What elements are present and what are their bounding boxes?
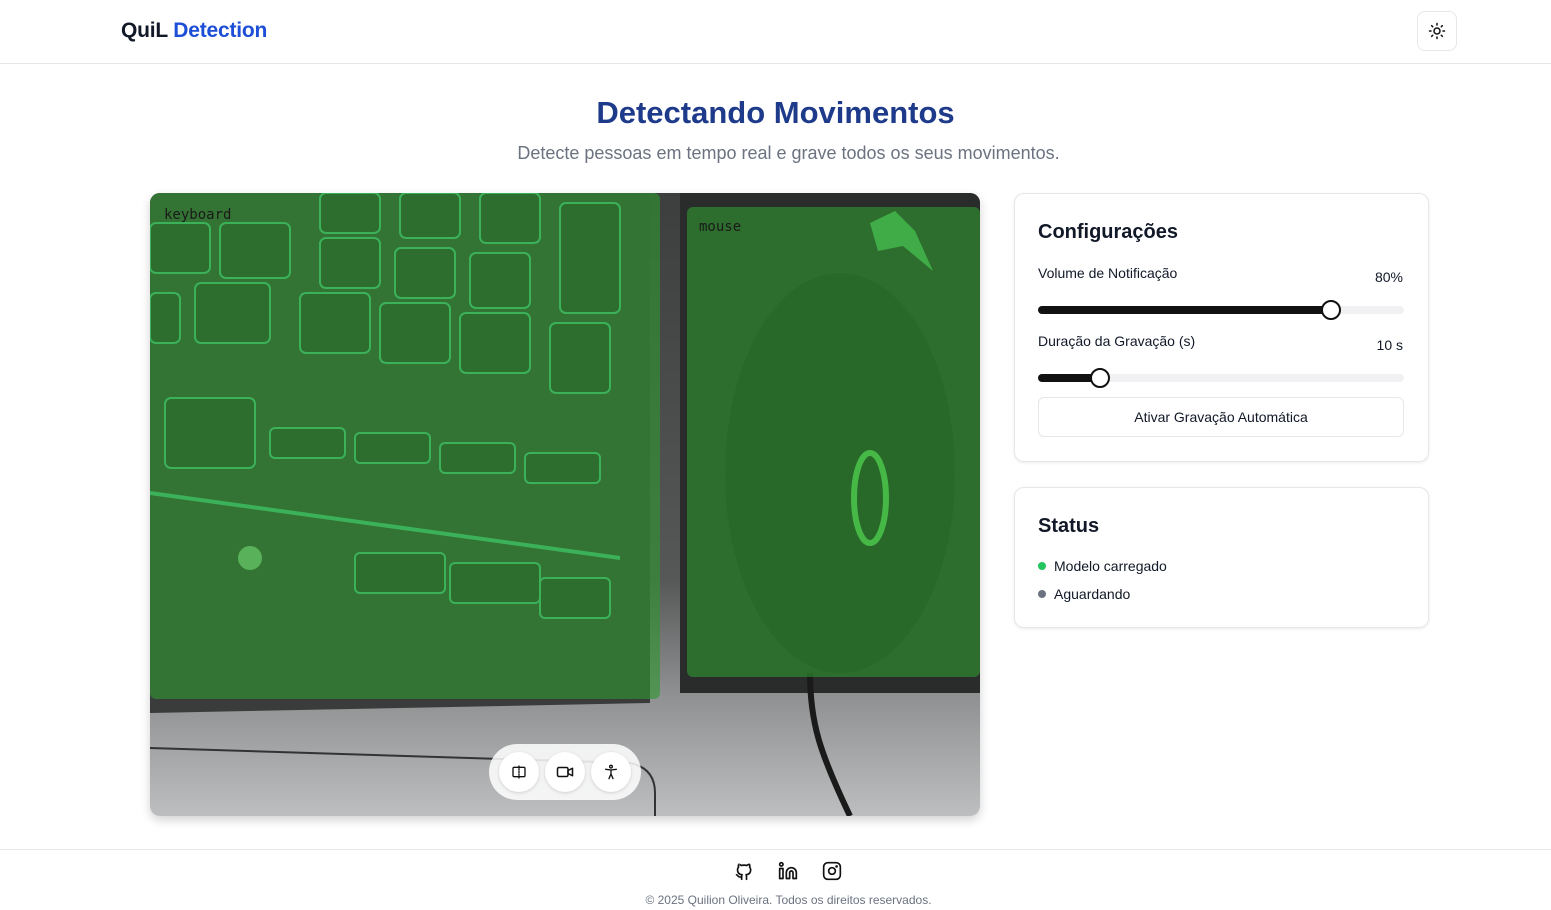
social-links [733, 860, 843, 882]
status-item-waiting: Aguardando [1038, 586, 1130, 602]
detection-label-mouse: mouse [699, 219, 742, 235]
brand-logo[interactable]: QuiL Detection [121, 19, 267, 43]
camera-controls [489, 744, 641, 800]
page-title: Detectando Movimentos [596, 95, 955, 130]
settings-card: Configurações Volume de Notificação 80% … [1014, 193, 1429, 462]
detection-box-keyboard [150, 193, 660, 699]
detection-label-keyboard: keyboard [164, 207, 232, 223]
volume-slider-thumb[interactable] [1320, 300, 1341, 320]
brand-name-part2: Detection [173, 19, 268, 42]
instagram-link[interactable] [821, 860, 843, 882]
person-icon [605, 764, 617, 780]
status-card: Status Modelo carregado Aguardando [1014, 487, 1429, 628]
status-item-model: Modelo carregado [1038, 558, 1167, 574]
duration-slider-thumb[interactable] [1090, 368, 1111, 388]
footer: © 2025 Quilion Oliveira. Todos os direit… [0, 849, 1551, 910]
mirror-button[interactable] [499, 752, 539, 792]
status-text-model: Modelo carregado [1054, 558, 1167, 574]
linkedin-link[interactable] [777, 860, 799, 882]
linkedin-icon [778, 861, 798, 880]
status-dot-gray [1038, 590, 1046, 598]
volume-slider-fill [1038, 306, 1331, 314]
record-button[interactable] [545, 752, 585, 792]
volume-value: 80% [1374, 269, 1403, 285]
settings-title: Configurações [1038, 221, 1179, 243]
sun-icon [1428, 22, 1446, 40]
github-link[interactable] [733, 860, 755, 882]
instagram-icon [822, 861, 842, 881]
brand-name-part1: QuiL [121, 19, 168, 42]
mirror-icon [512, 765, 526, 779]
theme-toggle-button[interactable] [1417, 11, 1457, 51]
header: QuiL Detection [0, 0, 1551, 64]
github-icon [735, 863, 752, 881]
camera-feed: keyboard mouse [150, 193, 980, 816]
copyright-text: © 2025 Quilion Oliveira. Todos os direit… [645, 893, 932, 907]
duration-label: Duração da Gravação (s) [1038, 333, 1196, 349]
video-camera-icon [556, 766, 574, 778]
auto-record-button[interactable]: Ativar Gravação Automática [1038, 397, 1404, 437]
status-text-waiting: Aguardando [1054, 586, 1131, 602]
detection-box-mouse [687, 207, 980, 677]
status-title: Status [1038, 515, 1100, 537]
duration-slider[interactable] [1038, 368, 1404, 388]
duration-value: 10 s [1376, 337, 1403, 353]
volume-slider[interactable] [1038, 300, 1404, 320]
person-detection-button[interactable] [591, 752, 631, 792]
volume-label: Volume de Notificação [1038, 265, 1178, 281]
page-subtitle: Detecte pessoas em tempo real e grave to… [517, 143, 1060, 163]
status-dot-green [1038, 562, 1046, 570]
